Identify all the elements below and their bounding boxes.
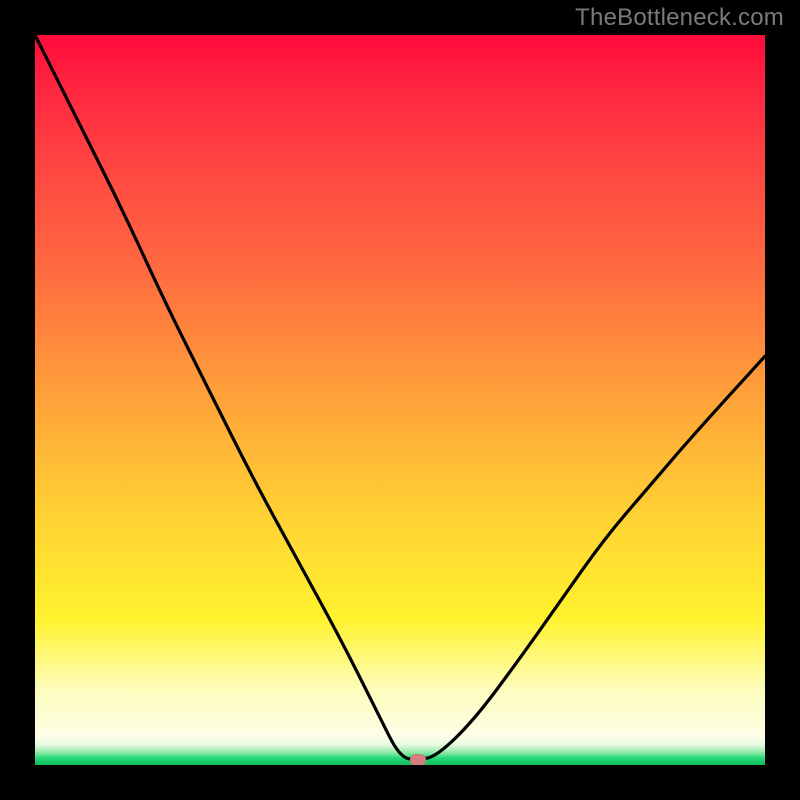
curve-svg bbox=[35, 35, 765, 765]
bottleneck-curve bbox=[35, 35, 765, 759]
plot-area bbox=[35, 35, 765, 765]
watermark-text: TheBottleneck.com bbox=[575, 4, 784, 32]
min-marker bbox=[410, 754, 426, 765]
chart-frame: TheBottleneck.com bbox=[0, 0, 800, 800]
